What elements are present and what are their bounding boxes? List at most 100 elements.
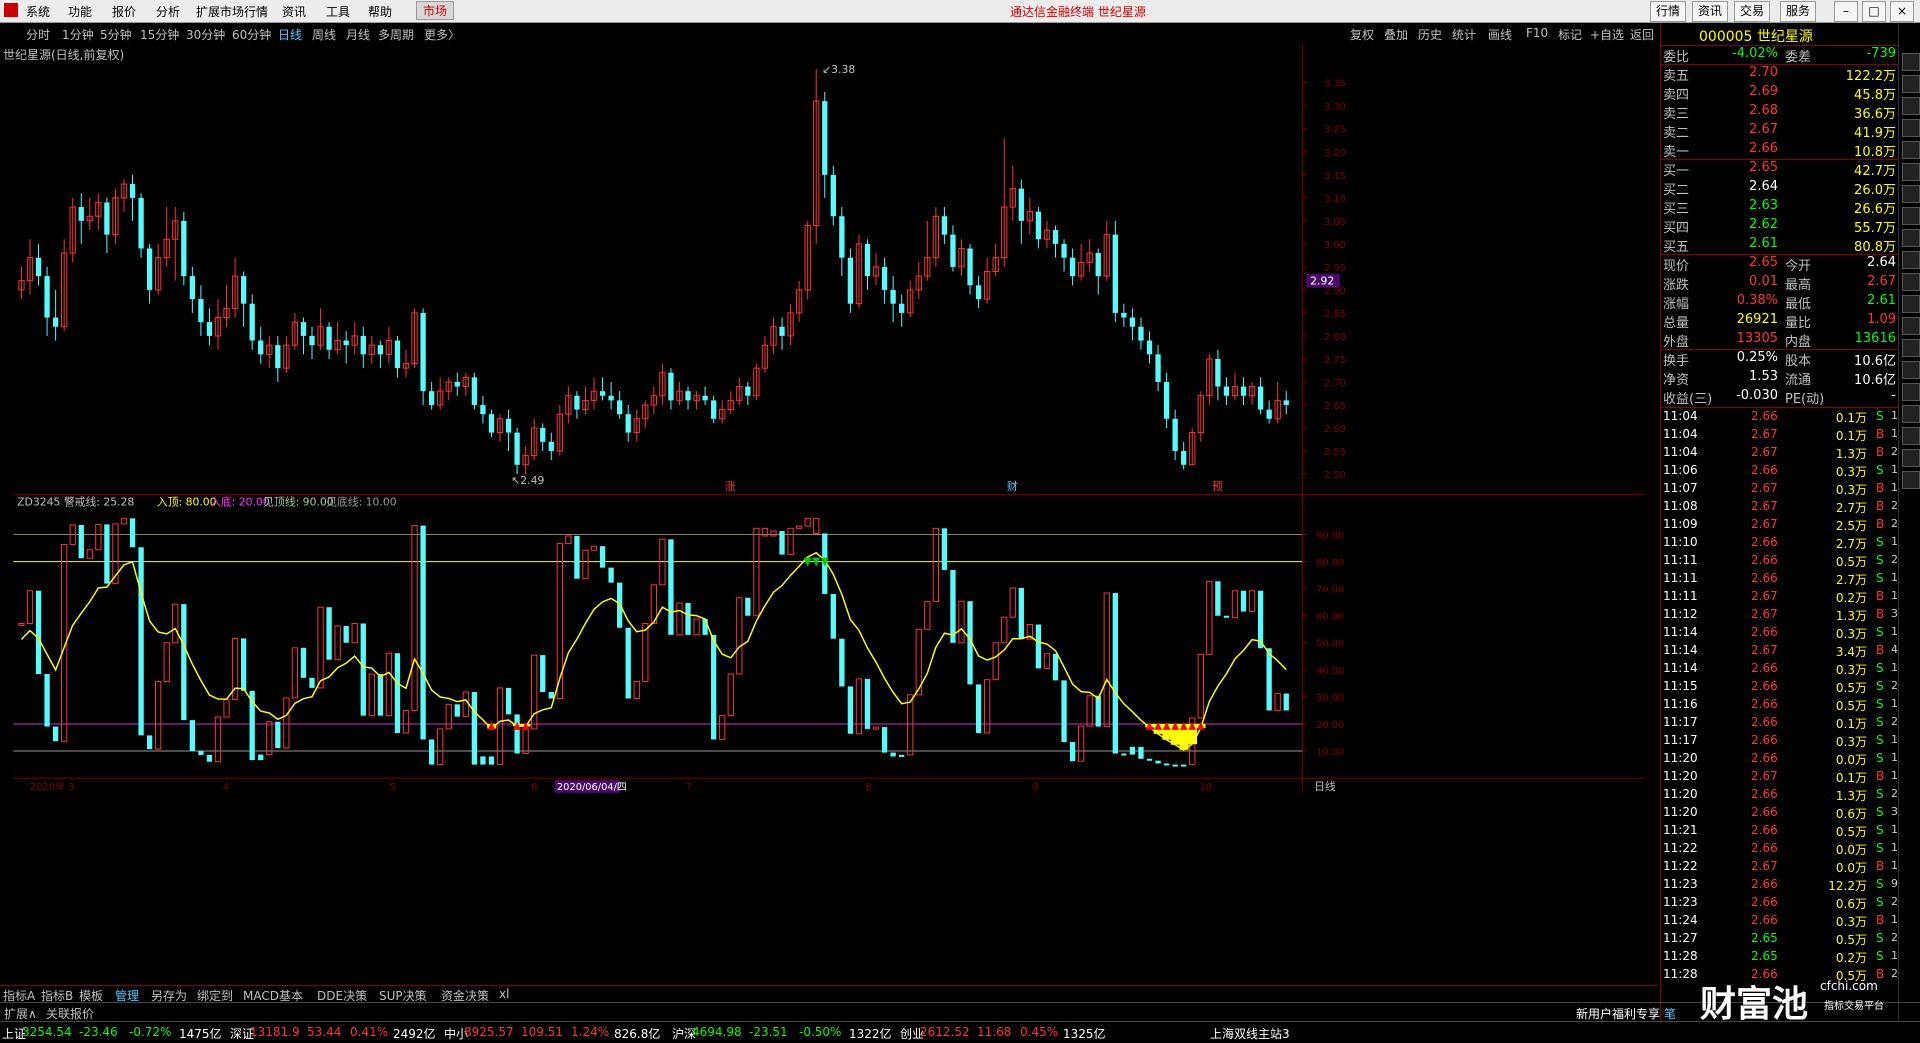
doc-icon[interactable] <box>1902 405 1920 423</box>
period-tick[interactable]: 分时 <box>26 26 50 43</box>
tick-row: 11:22 2.66 0.0万 S 1 <box>1661 841 1898 859</box>
zoom-out-icon[interactable] <box>1902 339 1920 357</box>
menu-function[interactable]: 功能 <box>68 3 92 20</box>
indicator-bar <box>120 517 128 525</box>
table-icon[interactable] <box>1902 207 1920 225</box>
btn-mark[interactable]: 标记 <box>1558 26 1582 43</box>
bar-chart-icon[interactable] <box>1902 119 1920 137</box>
period-multi[interactable]: 多周期 <box>378 26 414 43</box>
pie-icon[interactable] <box>1902 229 1920 247</box>
arrow-down-icon[interactable] <box>1902 75 1920 93</box>
tick-price: 2.65 <box>1751 931 1778 945</box>
grid-icon[interactable] <box>1902 97 1920 115</box>
menu-analysis[interactable]: 分析 <box>156 3 180 20</box>
index-val: 3254.54 <box>22 1025 72 1039</box>
candle-body <box>275 345 281 369</box>
indicator-bar <box>1095 695 1101 727</box>
btn-trade[interactable]: 交易 <box>1734 1 1771 22</box>
indicator-bar <box>753 527 760 617</box>
period-60min[interactable]: 60分钟 <box>232 26 271 43</box>
bid-vol: 26.6万 <box>1854 202 1896 217</box>
candle-body <box>471 377 478 405</box>
kline-chart[interactable]: ↙3.38 ↖2.49 涨 财 预 ZD3245 警戒线: 25.28 入顶: 80.00… <box>0 45 1658 970</box>
btn-market[interactable]: 行情 <box>1650 1 1687 22</box>
star-icon[interactable] <box>1902 163 1920 181</box>
bid-label: 买四 <box>1663 221 1690 236</box>
arrow-up-icon[interactable] <box>1902 53 1920 71</box>
btn-back[interactable]: 返回 <box>1630 26 1654 43</box>
btn-draw[interactable]: 画线 <box>1488 26 1512 43</box>
period-day[interactable]: 日线 <box>278 26 302 43</box>
close-icon[interactable]: × <box>1890 1 1914 22</box>
server-status[interactable]: 上海双线主站3 <box>1210 1025 1290 1042</box>
rsi-icon[interactable] <box>1902 361 1920 379</box>
indicator-bar <box>556 543 563 700</box>
ask-vol: 36.6万 <box>1854 107 1896 122</box>
tick-time: 11:23 <box>1663 877 1698 891</box>
indicator-bar <box>702 618 708 635</box>
tick-row: 11:14 2.66 0.3万 S 1 <box>1661 625 1898 643</box>
zoom-in-icon[interactable] <box>1902 317 1920 335</box>
layout-icon[interactable] <box>1902 273 1920 291</box>
tick-row: 11:10 2.66 2.7万 S 1 <box>1661 535 1898 553</box>
indicator-tab[interactable]: xl <box>499 987 509 1001</box>
indicator-bar <box>907 694 914 756</box>
btn-service[interactable]: 服务 <box>1780 1 1817 22</box>
menu-info[interactable]: 资讯 <box>282 3 306 20</box>
indicator-bar <box>1266 648 1272 711</box>
minimize-icon[interactable]: – <box>1834 1 1858 22</box>
period-5min[interactable]: 5分钟 <box>100 26 132 43</box>
period-1min[interactable]: 1分钟 <box>62 26 94 43</box>
btn-history[interactable]: 历史 <box>1418 26 1442 43</box>
menu-system[interactable]: 系统 <box>26 3 50 20</box>
period-week[interactable]: 周线 <box>312 26 336 43</box>
btn-add-fav[interactable]: +自选 <box>1590 26 1624 43</box>
menu-help[interactable]: 帮助 <box>368 3 392 20</box>
arrow-icon[interactable] <box>1902 471 1920 489</box>
tick-vol: 0.1万 <box>1835 429 1867 443</box>
window-icon[interactable] <box>1902 427 1920 445</box>
period-15min[interactable]: 15分钟 <box>140 26 179 43</box>
check-icon[interactable] <box>1902 449 1920 467</box>
index-amt: 2492亿 <box>393 1027 436 1041</box>
pen-icon[interactable] <box>1902 383 1920 401</box>
tick-price: 2.66 <box>1751 805 1778 819</box>
tick-row: 11:12 2.67 1.3万 B 3 <box>1661 607 1898 625</box>
btn-stats[interactable]: 统计 <box>1452 26 1476 43</box>
candle-body <box>822 101 828 175</box>
tick-price: 2.67 <box>1751 427 1778 441</box>
candle-body <box>1069 257 1076 277</box>
tick-time: 11:11 <box>1663 553 1698 567</box>
book-icon[interactable] <box>1902 185 1920 203</box>
btn-f10[interactable]: F10 <box>1526 26 1548 40</box>
candle-body <box>685 391 691 401</box>
menu-tools[interactable]: 工具 <box>326 3 350 20</box>
btn-fuquan[interactable]: 复权 <box>1350 26 1374 43</box>
pen-label[interactable]: 笔 <box>1664 1005 1676 1022</box>
period-more[interactable]: 更多〉 <box>424 26 460 43</box>
list-icon[interactable] <box>1902 141 1920 159</box>
tick-count: 1 <box>1891 535 1898 548</box>
app-logo-icon <box>4 3 18 17</box>
ext-toggle[interactable]: 扩展∧ <box>4 1005 37 1022</box>
period-30min[interactable]: 30分钟 <box>186 26 225 43</box>
menu-market[interactable]: 市场 <box>416 1 455 20</box>
tick-time: 11:04 <box>1663 445 1698 459</box>
tick-row: 11:28 2.65 0.2万 S 1 <box>1661 949 1898 967</box>
menu-ext-market[interactable]: 扩展市场行情 <box>196 3 268 20</box>
menu-bar: 系统 功能 报价 分析 扩展市场行情 资讯 工具 帮助 市场 通达信金融终端 世… <box>0 0 1920 23</box>
new-user-promo[interactable]: 新用户福利专享 <box>1576 1005 1660 1022</box>
menu-quote[interactable]: 报价 <box>112 3 136 20</box>
tick-side: S <box>1876 625 1884 639</box>
restore-icon[interactable]: □ <box>1862 1 1886 22</box>
related-quote[interactable]: 关联报价 <box>46 1005 94 1022</box>
edit-icon[interactable] <box>1902 251 1920 269</box>
tick-vol: 3.4万 <box>1835 645 1867 659</box>
candle-icon[interactable] <box>1902 295 1920 313</box>
btn-info[interactable]: 资讯 <box>1692 1 1729 22</box>
candle-body <box>420 312 426 392</box>
period-month[interactable]: 月线 <box>346 26 370 43</box>
tick-row: 11:21 2.66 0.5万 S 1 <box>1661 823 1898 841</box>
tick-side: S <box>1876 553 1884 567</box>
btn-overlay[interactable]: 叠加 <box>1384 26 1408 43</box>
